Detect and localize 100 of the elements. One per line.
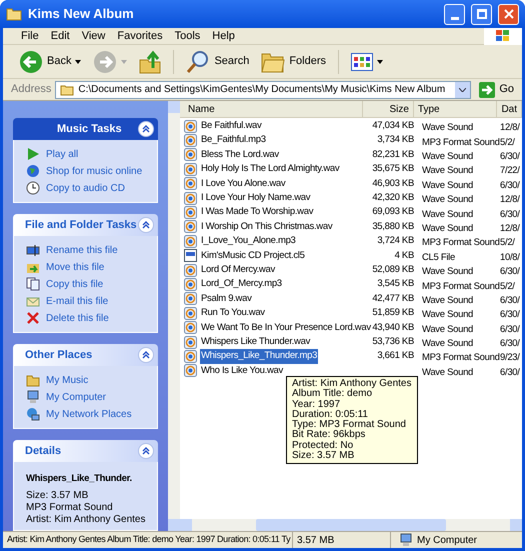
column-header[interactable]: Name	[180, 101, 363, 117]
caret-icon	[377, 60, 384, 64]
file-name[interactable]: I Was Made To Worship.wav	[200, 205, 314, 220]
column-header[interactable]: Dat	[497, 101, 522, 117]
file-size: 52,089 KB	[372, 262, 414, 277]
file-date: 6/30/	[500, 180, 520, 191]
file-type: CL5 File	[422, 252, 455, 263]
address-field[interactable]: C:\Documents and Settings\KimGentes\My Documents\My Music\Kims New Album	[55, 80, 472, 98]
horizontal-scrollbar[interactable]	[180, 519, 522, 531]
file-name[interactable]: Be_Faithful.mp3	[200, 133, 267, 148]
file-type: MP3 Format Sound	[422, 237, 500, 248]
clock-icon	[26, 181, 40, 195]
file-name[interactable]: We Want To Be In Your Presence Lord.wav	[200, 320, 372, 335]
play-icon	[26, 147, 40, 161]
menu-item[interactable]: Help	[206, 28, 241, 44]
file-date: 5/2/	[500, 136, 515, 148]
folders-button[interactable]: Folders	[257, 46, 330, 76]
file-size: 47,034 KB	[372, 119, 414, 134]
file-name[interactable]: Who Is Like You.wav	[200, 364, 284, 378]
file-name[interactable]: Run To You.wav	[200, 306, 266, 320]
panel-title: Other Places	[25, 348, 92, 363]
column-header[interactable]: Type	[414, 101, 498, 117]
document-icon	[184, 249, 197, 262]
file-size: 35,675 KB	[372, 162, 414, 176]
task-link[interactable]: Delete this file	[46, 310, 109, 326]
file-name[interactable]: I Worship On This Christmas.wav	[200, 220, 334, 234]
tooltip-line: Artist: Kim Anthony Gentes	[292, 379, 412, 389]
collapse-icon[interactable]	[138, 121, 154, 137]
file-size: 46,903 KB	[372, 176, 414, 191]
menu-item[interactable]: File	[15, 28, 45, 44]
task-link[interactable]: Copy to audio CD	[46, 180, 125, 196]
file-size: 3,661 KB	[377, 349, 414, 364]
file-name[interactable]: Be Faithful.wav	[200, 119, 262, 134]
column-header[interactable]: Size	[362, 101, 414, 117]
caret-icon	[459, 88, 466, 92]
file-name[interactable]: I Love Your Holy Name.wav	[200, 191, 312, 206]
file-name[interactable]: Kim'sMusic CD Project.cl5	[200, 248, 306, 263]
file-name[interactable]: Whispers Like Thunder.wav	[200, 334, 312, 350]
caret-icon	[75, 60, 82, 64]
menu-item[interactable]: Tools	[168, 28, 206, 44]
file-name[interactable]: Lord_Of_Mercy.mp3	[200, 277, 283, 292]
close-button[interactable]	[498, 4, 519, 24]
file-type: Wave Sound	[422, 266, 474, 278]
file-type: Wave Sound	[422, 150, 474, 162]
file-name[interactable]: I_Love_You_Alone.mp3	[200, 234, 297, 248]
task-link[interactable]: E-mail this file	[46, 294, 108, 308]
go-button[interactable]: Go	[475, 81, 518, 98]
back-button[interactable]: Back	[15, 46, 86, 76]
task-link[interactable]: Play all	[46, 146, 78, 162]
file-name[interactable]: Bless The Lord.wav	[200, 148, 280, 162]
file-size: 43,940 KB	[372, 320, 414, 335]
delete-icon	[26, 311, 40, 325]
file-type: Wave Sound	[422, 309, 474, 320]
file-size: 51,859 KB	[372, 306, 414, 320]
maximize-button[interactable]	[471, 4, 492, 24]
file-name[interactable]: Whispers_Like_Thunder.mp3	[200, 349, 318, 364]
network-icon	[26, 407, 40, 421]
collapse-icon[interactable]	[138, 443, 154, 459]
task-link[interactable]: Move this file	[46, 260, 104, 274]
file-type: Wave Sound	[422, 338, 474, 350]
file-size: 53,736 KB	[372, 334, 414, 349]
panel-title: Details	[25, 444, 62, 459]
task-link[interactable]: My Network Places	[46, 406, 132, 422]
tooltip-line: Size: 3.57 MB	[292, 451, 356, 462]
folder-icon	[26, 373, 40, 387]
search-button[interactable]: Search	[182, 46, 254, 76]
file-name[interactable]: Lord Of Mercy.wav	[200, 262, 276, 278]
task-link[interactable]: My Music	[46, 372, 88, 388]
file-type: Wave Sound	[422, 222, 474, 234]
file-date: 10/8/	[500, 252, 520, 263]
collapse-icon[interactable]	[138, 347, 154, 363]
copy-icon	[26, 277, 40, 291]
detail-text: Artist: Kim Anthony Gentes	[26, 514, 145, 526]
menu-item[interactable]: View	[76, 28, 112, 44]
task-link[interactable]: Rename this file	[46, 242, 118, 258]
file-name[interactable]: Psalm 9.wav	[200, 292, 253, 306]
file-date: 6/30/	[500, 294, 520, 306]
tooltip-line: Year: 1997	[292, 400, 342, 410]
collapse-icon[interactable]	[138, 217, 154, 233]
file-size: 42,477 KB	[372, 292, 414, 306]
audio-file-icon	[184, 177, 197, 190]
file-date: 6/30/	[500, 309, 520, 320]
menu-item[interactable]: Edit	[44, 28, 76, 44]
menu-item[interactable]: Favorites	[111, 28, 169, 44]
file-size: 69,093 KB	[372, 205, 414, 220]
file-type: Wave Sound	[422, 194, 474, 206]
dropdown-button[interactable]	[455, 82, 470, 98]
file-size: 42,320 KB	[372, 191, 414, 206]
file-date: 12/8/	[500, 222, 520, 234]
audio-file-icon	[184, 321, 197, 334]
minimize-button[interactable]	[444, 4, 465, 24]
scrollbar[interactable]	[168, 101, 180, 531]
audio-file-icon	[184, 278, 197, 291]
file-name[interactable]: Holy Holy Is The Lord Almighty.wav	[200, 162, 340, 176]
task-link[interactable]: My Computer	[46, 390, 106, 404]
address-label: Address	[11, 82, 52, 98]
task-link[interactable]: Copy this file	[46, 276, 104, 292]
audio-file-icon	[184, 292, 197, 306]
task-link[interactable]: Shop for music online	[46, 164, 142, 178]
file-name[interactable]: I Love You Alone.wav	[200, 176, 286, 191]
